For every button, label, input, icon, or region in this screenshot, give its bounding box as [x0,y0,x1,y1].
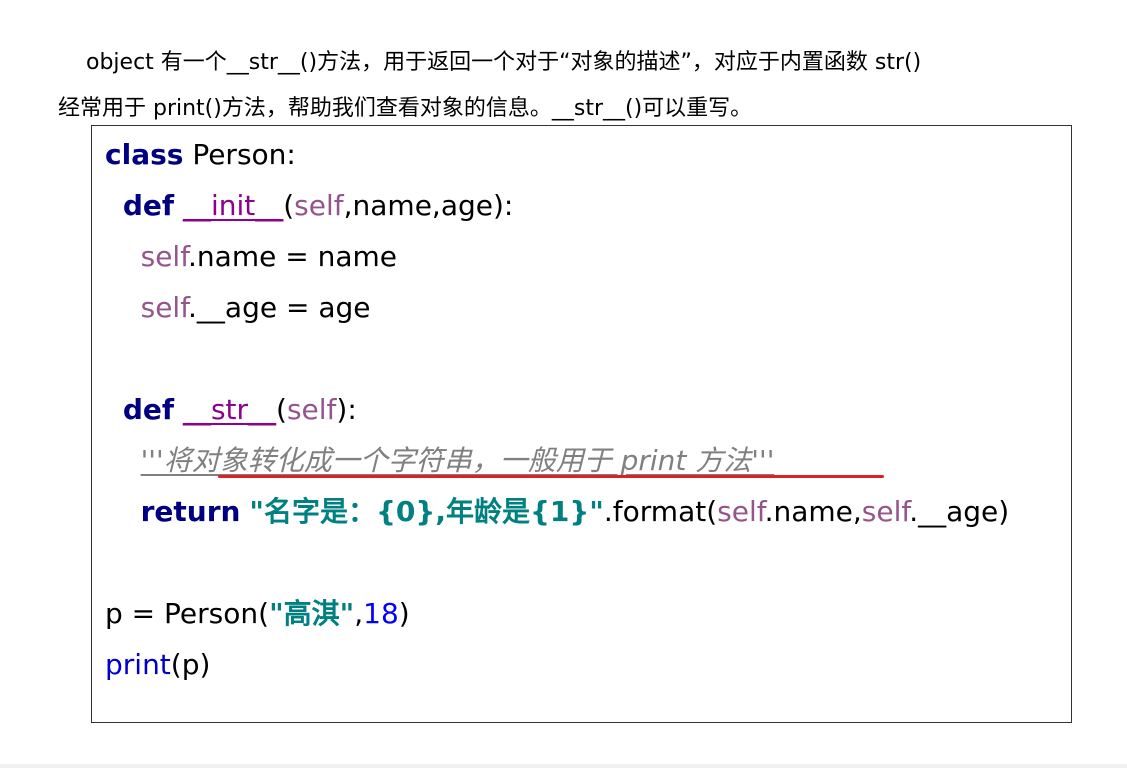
code-line-1: class Person: [105,129,1009,180]
paren: ( [283,189,295,222]
class-name: Person: [183,138,296,171]
method-init: __init__ [182,189,284,222]
code-line-6: def __str__(self): [105,384,1009,435]
self-ref: self [861,495,910,528]
paren-close: ) [398,597,410,630]
format-string: "名字是：{0},年龄是{1}" [249,495,604,528]
code-line-5-blank [105,333,1009,384]
code-line-3: self.name = name [105,231,1009,282]
name-string: "高淇" [269,597,355,630]
code-line-7: '''将对象转化成一个字符串，一般用于 print 方法''' [105,435,1009,486]
self-param: self [286,393,337,426]
format-call: .format( [603,495,718,528]
self-ref: self [140,240,189,273]
intro-line-1: object 有一个__str__()方法，用于返回一个对于“对象的描述”，对应… [86,50,922,75]
self-ref: self [717,495,765,528]
assign-name: .name = name [188,240,398,273]
self-param: self [294,189,344,222]
format-arg-name: .name, [764,495,862,528]
print-args: (p) [170,648,211,681]
code-line-2: def __init__(self,name,age): [105,180,1009,231]
instantiate: p = Person( [105,597,270,630]
keyword-def: def [122,189,175,222]
docstring: '''将对象转化成一个字符串，一般用于 print 方法''' [140,444,775,477]
docstring-highlight-underline [218,475,884,478]
self-ref: self [140,291,189,324]
code-line-10: p = Person("高淇",18) [105,588,1009,639]
keyword-class: class [105,138,184,171]
paren: ( [276,393,287,426]
str-params-close: ): [336,393,357,426]
comma: , [354,597,364,630]
assign-age: .__age = age [188,291,371,324]
age-number: 18 [363,597,399,630]
init-params: ,name,age): [343,189,514,222]
code-line-4: self.__age = age [105,282,1009,333]
format-arg-age: .__age) [909,495,1010,528]
page-bottom-rule [0,764,1127,768]
code-listing: class Person: def __init__(self,name,age… [105,129,1009,690]
print-builtin: print [105,648,171,681]
keyword-def: def [122,393,175,426]
code-line-8: return "名字是：{0},年龄是{1}".format(self.name… [105,486,1010,537]
code-line-9-blank [105,537,1009,588]
method-str: __str__ [182,393,277,426]
code-line-11: print(p) [105,639,1009,690]
intro-paragraph: object 有一个__str__()方法，用于返回一个对于“对象的描述”，对应… [58,40,1108,132]
keyword-return: return [140,495,241,528]
code-block: class Person: def __init__(self,name,age… [91,125,1072,723]
